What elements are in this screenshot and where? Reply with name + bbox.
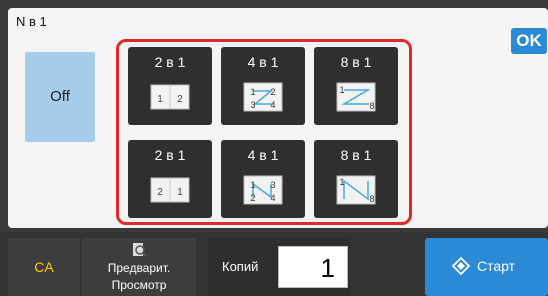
svg-text:3: 3 <box>270 180 275 190</box>
svg-text:2: 2 <box>250 193 255 203</box>
page-title: N в 1 <box>16 14 47 29</box>
off-button[interactable]: Off <box>25 52 95 142</box>
layout-8in1-n-icon: 1 8 <box>336 175 376 205</box>
svg-text:2: 2 <box>270 87 275 97</box>
screen: N в 1 OK Off 2 в 1 1 2 4 в 1 1 2 3 4 8 в… <box>0 0 548 296</box>
svg-text:1: 1 <box>177 187 183 198</box>
copies-label: Копий <box>222 259 259 274</box>
copies-control: Копий 1 <box>208 238 350 296</box>
n-in-1-panel: N в 1 OK Off 2 в 1 1 2 4 в 1 1 2 3 4 8 в… <box>8 8 548 228</box>
preview-label-line2: Просмотр <box>111 278 167 292</box>
svg-text:4: 4 <box>270 193 275 203</box>
tile-label: 8 в 1 <box>340 54 372 70</box>
tile-8in1-n-order[interactable]: 8 в 1 1 8 <box>314 140 398 218</box>
svg-text:8: 8 <box>369 101 374 111</box>
start-diamond-icon <box>451 256 471 276</box>
preview-label-line1: Предварит. <box>107 261 171 275</box>
start-button[interactable]: Старт <box>425 238 548 296</box>
ok-button[interactable]: OK <box>511 28 547 54</box>
svg-text:1: 1 <box>250 180 255 190</box>
tile-label: 2 в 1 <box>154 147 186 163</box>
tile-label: 2 в 1 <box>154 54 186 70</box>
start-label: Старт <box>477 258 516 274</box>
layout-8in1-z-icon: 1 8 <box>336 82 376 112</box>
tile-4in1-n-order[interactable]: 4 в 1 1 3 2 4 <box>221 140 305 218</box>
layout-4in1-z-icon: 1 2 3 4 <box>243 82 283 112</box>
svg-text:1: 1 <box>250 87 255 97</box>
layout-2in1-ltr-icon: 1 2 <box>150 84 190 110</box>
svg-text:1: 1 <box>157 94 163 105</box>
tile-label: 8 в 1 <box>340 147 372 163</box>
layout-4in1-n-icon: 1 3 2 4 <box>243 175 283 205</box>
svg-text:4: 4 <box>270 100 275 110</box>
svg-text:1: 1 <box>339 177 344 187</box>
magnifier-preview-icon <box>133 243 147 257</box>
layout-2in1-rtl-icon: 2 1 <box>150 177 190 203</box>
clear-all-button[interactable]: CA <box>8 238 80 296</box>
svg-text:1: 1 <box>339 85 344 95</box>
tile-label: 4 в 1 <box>247 147 279 163</box>
tile-2in1-left-to-right[interactable]: 2 в 1 1 2 <box>128 47 212 125</box>
tile-8in1-z-order[interactable]: 8 в 1 1 8 <box>314 47 398 125</box>
tile-4in1-z-order[interactable]: 4 в 1 1 2 3 4 <box>221 47 305 125</box>
tile-2in1-right-to-left[interactable]: 2 в 1 2 1 <box>128 140 212 218</box>
svg-text:3: 3 <box>250 100 255 110</box>
svg-text:2: 2 <box>177 94 183 105</box>
preview-button[interactable]: Предварит. Просмотр <box>82 238 196 296</box>
svg-text:8: 8 <box>369 194 374 204</box>
copies-input[interactable]: 1 <box>278 246 348 288</box>
tile-label: 4 в 1 <box>247 54 279 70</box>
svg-text:2: 2 <box>157 187 163 198</box>
